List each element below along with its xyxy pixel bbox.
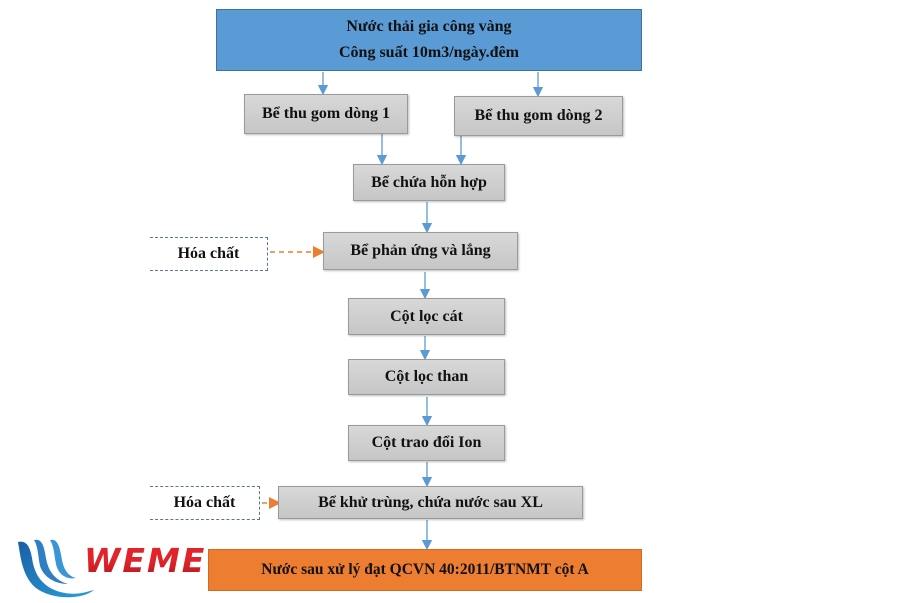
collection-tank-1: Bể thu gom dòng 1 [244,94,408,134]
chemical-input-1: Hóa chất [150,237,268,271]
collection-tank-2: Bể thu gom dòng 2 [454,96,623,136]
chemical-input-2-label: Hóa chất [173,494,236,511]
mixing-tank-label: Bể chứa hỗn hợp [371,173,487,191]
reaction-settling-tank-label: Bể phản ứng và lắng [350,242,491,259]
carbon-filter-column-label: Cột lọc than [384,368,469,385]
source-wastewater-box: Nước thải gia công vàng Công suất 10m3/n… [216,9,642,71]
treated-water-output: Nước sau xử lý đạt QCVN 40:2011/BTNMT cộ… [208,549,642,591]
mixing-tank: Bể chứa hỗn hợp [353,164,505,201]
sand-filter-column: Cột lọc cát [348,298,505,335]
carbon-filter-column: Cột lọc than [348,359,505,395]
weme-logo-text: WEME [84,541,207,580]
source-line2: Công suất 10m3/ngày.đêm [338,44,520,61]
collection-tank-2-label: Bể thu gom dòng 2 [474,107,603,124]
chemical-input-2: Hóa chất [150,486,260,520]
disinfection-tank-label: Bể khử trùng, chứa nước sau XL [318,493,543,511]
disinfection-tank: Bể khử trùng, chứa nước sau XL [278,486,583,519]
sand-filter-column-label: Cột lọc cát [390,307,463,325]
ion-exchange-column: Cột trao đổi Ion [348,425,505,461]
chemical-input-1-label: Hóa chất [177,245,240,262]
reaction-settling-tank: Bể phản ứng và lắng [323,232,518,270]
ion-exchange-column-label: Cột trao đổi Ion [371,434,482,451]
source-line1: Nước thải gia công vàng [346,18,512,35]
weme-logo: WEME [16,536,204,598]
collection-tank-1-label: Bể thu gom dòng 1 [261,105,391,122]
treated-water-output-label: Nước sau xử lý đạt QCVN 40:2011/BTNMT cộ… [261,561,589,578]
